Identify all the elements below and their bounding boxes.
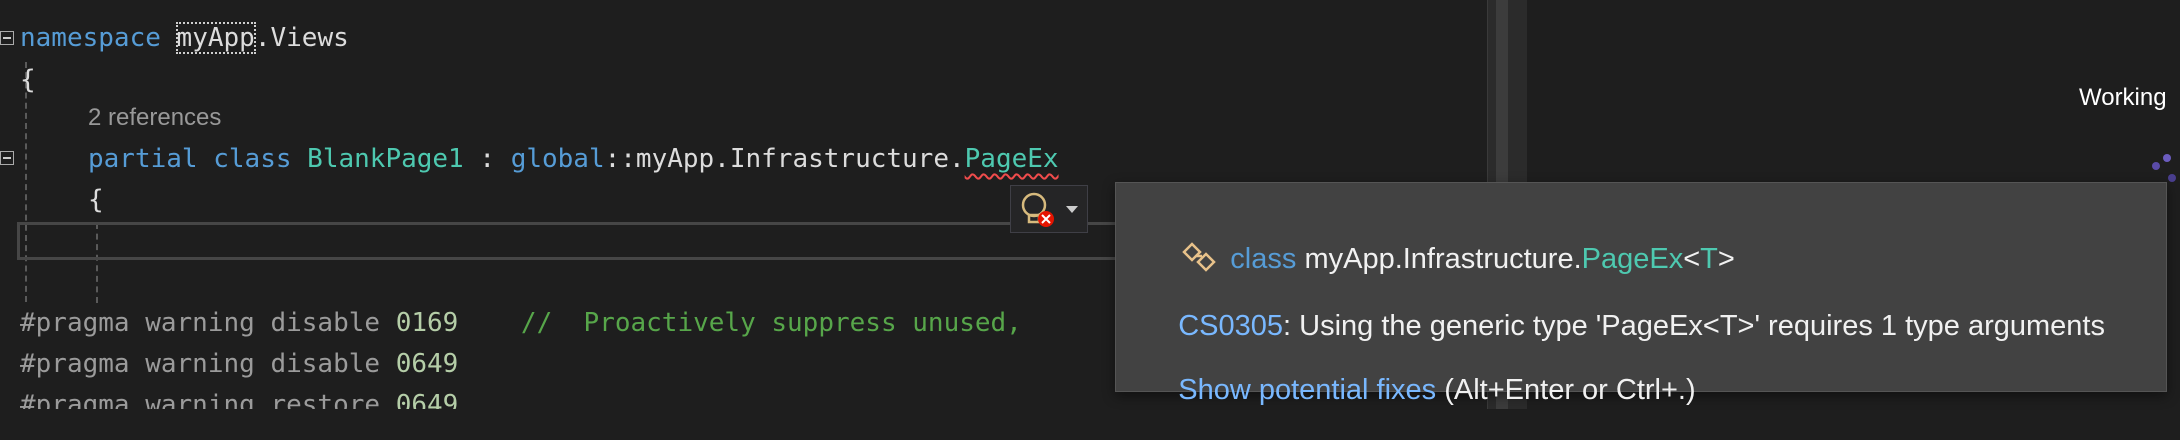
quick-info-tooltip: class myApp.Infrastructure.PageEx<T> CS0… bbox=[1115, 182, 2167, 406]
base-type-error[interactable]: PageEx bbox=[965, 144, 1059, 174]
pragma-comment: // Proactively suppress unused, bbox=[458, 308, 1022, 338]
code-line-namespace: namespace myApp.Views bbox=[20, 18, 349, 58]
tooltip-fixes: Show potential fixes (Alt+Enter or Ctrl+… bbox=[1146, 341, 1696, 440]
namespace-keyword: namespace bbox=[20, 23, 161, 53]
namespace-name-highlight[interactable]: myApp bbox=[175, 22, 256, 54]
pragma-directive: #pragma warning disable bbox=[20, 349, 396, 379]
caret-down-icon bbox=[1066, 206, 1078, 213]
tooltip-namespace: myApp.Infrastructure. bbox=[1304, 243, 1582, 275]
code-line-pragma-3: #pragma warning restore 0649 bbox=[20, 385, 458, 409]
brace: { bbox=[88, 185, 104, 215]
pragma-number: 0169 bbox=[395, 308, 459, 338]
pragma-number: 0649 bbox=[395, 390, 459, 409]
error-message: : Using the generic type 'PageEx<T>' req… bbox=[1283, 310, 2105, 342]
tooltip-type-name: PageEx bbox=[1581, 243, 1684, 275]
global-keyword: global bbox=[510, 144, 605, 174]
partial-keyword: partial bbox=[88, 144, 198, 174]
class-keyword: class bbox=[213, 144, 292, 174]
tooltip-angle-open: < bbox=[1683, 243, 1701, 275]
scope-path: ::myApp.Infrastructure. bbox=[604, 144, 965, 174]
fix-shortcut-hint: (Alt+Enter or Ctrl+.) bbox=[1436, 374, 1696, 406]
colon: : bbox=[463, 144, 511, 174]
code-line-pragma-1: #pragma warning disable 0169 // Proactiv… bbox=[20, 303, 1022, 343]
pragma-number: 0649 bbox=[395, 349, 459, 379]
namespace-rest: .Views bbox=[254, 23, 349, 53]
code-line-class-brace: { bbox=[88, 180, 104, 220]
tooltip-angle-close: > bbox=[1717, 243, 1735, 275]
pragma-directive: #pragma warning disable bbox=[20, 308, 396, 338]
collapse-namespace-toggle[interactable] bbox=[0, 31, 14, 45]
tooltip-kind: class bbox=[1230, 243, 1297, 275]
codelens-references[interactable]: 2 references bbox=[88, 104, 221, 132]
tooltip-type-param: T bbox=[1700, 243, 1718, 275]
quick-actions-button[interactable] bbox=[1010, 185, 1088, 233]
code-line-open-brace: { bbox=[20, 60, 36, 100]
code-line-pragma-2: #pragma warning disable 0649 bbox=[20, 344, 458, 384]
code-line-class-declaration: partial class BlankPage1 : global::myApp… bbox=[88, 139, 1059, 179]
class-name: BlankPage1 bbox=[307, 144, 464, 174]
class-icon bbox=[1182, 242, 1217, 272]
working-status-text: Working bbox=[2079, 84, 2167, 111]
pragma-directive: #pragma warning restore bbox=[20, 390, 396, 409]
brace: { bbox=[20, 65, 36, 95]
collapse-class-toggle[interactable] bbox=[0, 151, 14, 165]
lightbulb-error-icon bbox=[1021, 192, 1078, 227]
show-potential-fixes-link[interactable]: Show potential fixes bbox=[1178, 374, 1436, 406]
error-code-link[interactable]: CS0305 bbox=[1178, 310, 1283, 342]
